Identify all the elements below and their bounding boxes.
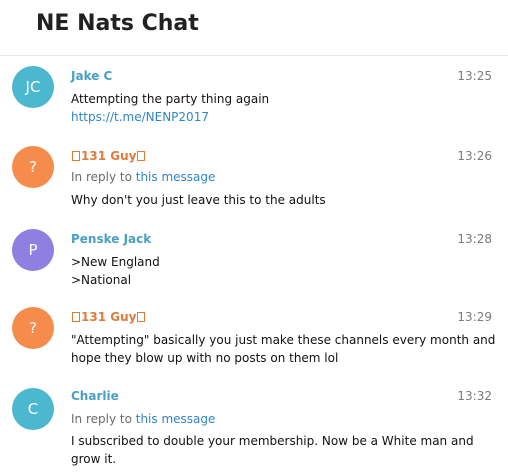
sender-name[interactable]: Charlie: [71, 388, 119, 404]
sender-name[interactable]: Penske Jack: [71, 231, 151, 247]
box-glyph-icon: [137, 312, 146, 322]
sender-name-text: 131 Guy: [81, 149, 137, 163]
message-time: 13:32: [457, 389, 492, 403]
sender-name-text: 131 Guy: [81, 310, 137, 324]
chat-title: NE Nats Chat: [36, 11, 199, 36]
message-time: 13:25: [457, 69, 492, 83]
message-time: 13:28: [457, 232, 492, 246]
sender-name[interactable]: 131 Guy: [71, 309, 146, 325]
message-text: Attempting the party thing again: [71, 92, 270, 106]
box-glyph-icon: [137, 151, 146, 161]
chat-header: NE Nats Chat: [0, 0, 508, 56]
avatar[interactable]: ?: [12, 307, 54, 349]
avatar[interactable]: ?: [12, 146, 54, 188]
message-text: hope they blow up with no posts on them …: [71, 351, 339, 365]
avatar[interactable]: JC: [12, 66, 54, 108]
reply-prefix: In reply to: [71, 170, 136, 184]
reply-link[interactable]: this message: [136, 170, 216, 184]
message-text: >New England: [71, 255, 160, 269]
message-text: I subscribed to double your membership. …: [71, 434, 474, 448]
sender-name[interactable]: Jake C: [71, 68, 112, 84]
reply-link[interactable]: this message: [136, 412, 216, 426]
message-text: "Attempting" basically you just make the…: [71, 333, 496, 347]
message-link[interactable]: https://t.me/NENP2017: [71, 110, 209, 124]
message-time: 13:26: [457, 149, 492, 163]
sender-name[interactable]: 131 Guy: [71, 148, 146, 164]
avatar[interactable]: P: [12, 229, 54, 271]
message-text: >National: [71, 273, 132, 287]
message-time: 13:29: [457, 310, 492, 324]
box-glyph-icon: [72, 312, 80, 322]
avatar[interactable]: C: [12, 388, 54, 430]
box-glyph-icon: [72, 151, 80, 161]
message-text: Why don't you just leave this to the adu…: [71, 193, 326, 207]
message-link-line: https://t.me/NENP2017: [71, 108, 209, 126]
reply-reference: In reply to this message: [71, 168, 215, 186]
reply-reference: In reply to this message: [71, 410, 215, 428]
message-text: grow it.: [71, 452, 117, 466]
reply-prefix: In reply to: [71, 412, 136, 426]
